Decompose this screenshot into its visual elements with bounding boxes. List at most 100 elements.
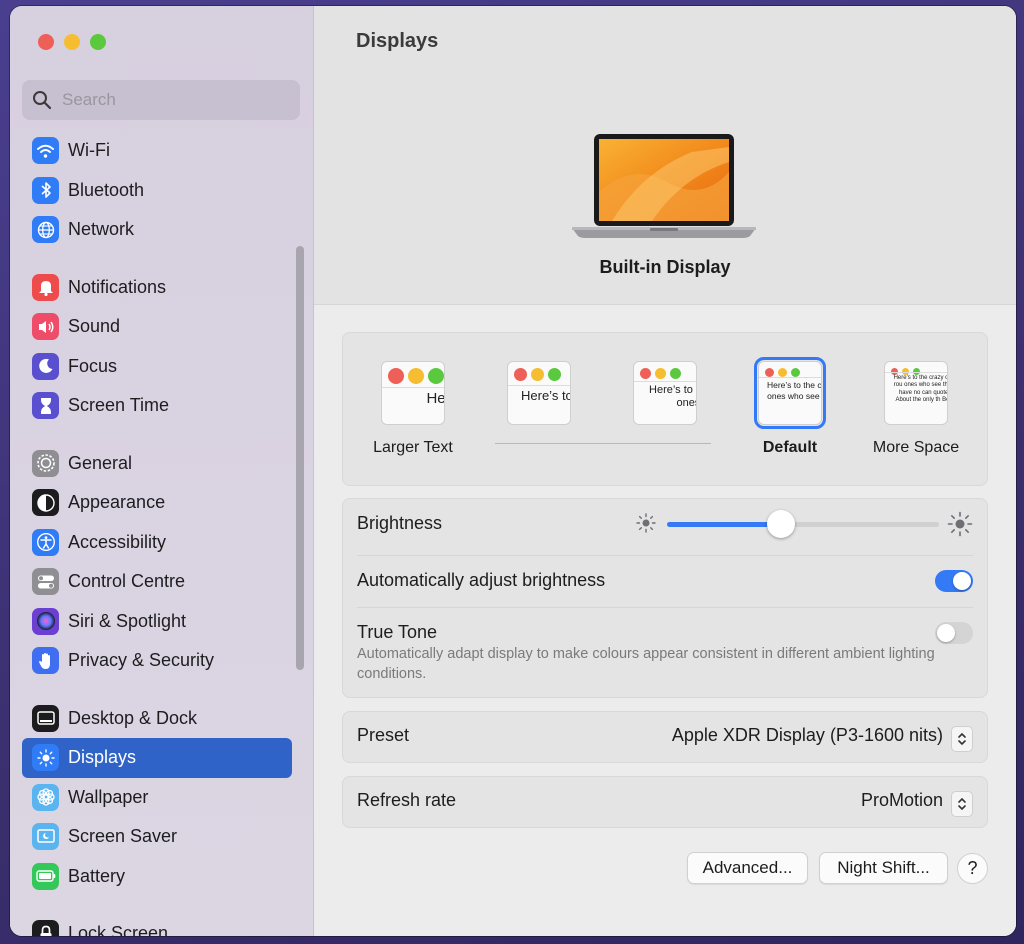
preset-value[interactable]: Apple XDR Display (P3-1600 nits) <box>672 725 943 746</box>
screensaver-icon <box>32 823 59 851</box>
sidebar-item-label: Sound <box>68 316 121 337</box>
accessibility-icon <box>32 528 59 556</box>
resolution-preview-text: Here’s to the cr troublemakers. ones who… <box>766 380 822 401</box>
sidebar-item-general[interactable]: General <box>22 444 292 484</box>
sidebar-item-bluetooth[interactable]: Bluetooth <box>22 171 292 211</box>
preset-popup-button[interactable] <box>951 726 973 752</box>
true-tone-toggle[interactable] <box>935 622 973 644</box>
sun-small-icon <box>636 513 656 533</box>
search-input[interactable] <box>60 89 284 111</box>
speaker-icon <box>32 313 59 341</box>
window-controls <box>38 34 106 50</box>
sidebar-item-appearance[interactable]: Appearance <box>22 483 292 523</box>
night-shift-button[interactable]: Night Shift... <box>819 852 948 884</box>
resolution-preview-text: Here’s to troublem <box>521 388 570 403</box>
sidebar-item-battery[interactable]: Battery <box>22 857 292 897</box>
resolution-label: More Space <box>872 439 960 456</box>
resolution-preview-text: Here’s <box>426 390 445 407</box>
refresh-rate-label: Refresh rate <box>357 790 457 810</box>
sidebar-item-screen-time[interactable]: Screen Time <box>22 386 292 426</box>
gear-icon <box>32 449 59 477</box>
sun-icon <box>32 744 59 772</box>
appearance-icon <box>32 489 59 517</box>
sidebar-item-label: Lock Screen <box>68 923 169 936</box>
divider <box>357 555 973 556</box>
brightness-slider-knob[interactable] <box>767 510 796 538</box>
brightness-card: Brightness Automatically adjust brightne… <box>342 498 988 698</box>
sidebar: Wi-Fi Bluetooth Network Notifications Sound F… <box>10 6 314 936</box>
resolution-preview-text: Here’s to t troublema ones who <box>649 384 696 409</box>
refresh-rate-value[interactable]: ProMotion <box>861 790 943 811</box>
sidebar-list: Wi-Fi Bluetooth Network Notifications Sound F… <box>22 131 292 936</box>
sidebar-item-focus[interactable]: Focus <box>22 347 292 387</box>
sidebar-item-sound[interactable]: Sound <box>22 307 292 347</box>
sidebar-item-screen-saver[interactable]: Screen Saver <box>22 817 292 857</box>
true-tone-label: True Tone <box>357 622 438 642</box>
sidebar-item-privacy-security[interactable]: Privacy & Security <box>22 641 292 681</box>
sidebar-item-notifications[interactable]: Notifications <box>22 268 292 308</box>
resolution-option[interactable]: Here’s to troublem <box>507 361 571 439</box>
sidebar-item-control-centre[interactable]: Control Centre <box>22 562 292 602</box>
sidebar-item-lock-screen[interactable]: Lock Screen <box>22 914 292 936</box>
resolution-divider <box>495 443 711 444</box>
preset-row[interactable]: Preset Apple XDR Display (P3-1600 nits) <box>342 711 988 763</box>
resolution-label: Default <box>762 439 818 456</box>
sidebar-item-label: Displays <box>68 747 137 768</box>
sidebar-item-accessibility[interactable]: Accessibility <box>22 523 292 563</box>
laptop-icon[interactable] <box>572 132 756 242</box>
dock-icon <box>32 704 59 732</box>
sidebar-item-displays[interactable]: Displays <box>22 738 292 778</box>
resolution-option[interactable]: Here’s to the cr troublemakers. ones who… <box>754 357 826 457</box>
main-pane: Displays Built-in Display He Larger Text… <box>314 6 1016 936</box>
page-title: Displays <box>356 30 439 52</box>
advanced-button[interactable]: Advanced... <box>687 852 808 884</box>
minimize-button[interactable] <box>64 34 80 50</box>
resolution-option[interactable]: Here’s to t troublema ones who <box>633 361 697 439</box>
resolution-preview[interactable]: Here’s to the crazy one troublemakers. T… <box>884 361 948 425</box>
close-button[interactable] <box>38 34 54 50</box>
resolution-label: Larger Text <box>373 439 453 456</box>
sidebar-item-siri-spotlight[interactable]: Siri & Spotlight <box>22 602 292 642</box>
sidebar-item-network[interactable]: Network <box>22 210 292 250</box>
refresh-rate-popup-button[interactable] <box>951 791 973 817</box>
sidebar-item-label: Appearance <box>68 492 166 513</box>
brightness-slider[interactable] <box>667 510 939 538</box>
resolution-option[interactable]: Here’s to the crazy one troublemakers. T… <box>873 361 959 457</box>
sidebar-item-label: Focus <box>68 355 118 376</box>
sidebar-scrollbar[interactable] <box>296 246 304 670</box>
auto-brightness-label: Automatically adjust brightness <box>357 570 606 590</box>
sun-large-icon <box>947 511 973 537</box>
sidebar-item-label: Screen Saver <box>68 826 178 847</box>
sidebar-item-label: Control Centre <box>68 571 186 592</box>
sidebar-item-wallpaper[interactable]: Wallpaper <box>22 778 292 818</box>
resolution-preview[interactable]: Here’s to t troublema ones who <box>633 361 697 425</box>
sidebar-item-label: Bluetooth <box>68 179 145 200</box>
preset-label: Preset <box>357 725 410 745</box>
sidebar-item-desktop-dock[interactable]: Desktop & Dock <box>22 699 292 739</box>
resolution-preview[interactable]: Here’s to the cr troublemakers. ones who… <box>754 357 826 429</box>
sidebar-item-label: General <box>68 452 133 473</box>
sidebar-item-label: Siri & Spotlight <box>68 610 187 631</box>
resolution-option[interactable]: Here’s Larger Text <box>373 361 453 457</box>
sidebar-item-label: Screen Time <box>68 395 170 416</box>
globe-icon <box>32 216 59 244</box>
help-button[interactable]: ? <box>957 853 988 884</box>
moon-icon <box>32 352 59 380</box>
brightness-slider-fill <box>667 522 782 527</box>
sidebar-item-label: Accessibility <box>68 531 167 552</box>
display-name[interactable]: Built-in Display <box>314 257 1016 278</box>
hourglass-icon <box>32 392 59 420</box>
true-tone-description: Automatically adapt display to make colo… <box>357 646 935 682</box>
resolution-preview[interactable]: Here’s <box>381 361 445 425</box>
zoom-button[interactable] <box>90 34 106 50</box>
sidebar-item-label: Network <box>68 219 135 240</box>
sidebar-item-label: Wi-Fi <box>68 140 110 161</box>
refresh-rate-row[interactable]: Refresh rate ProMotion <box>342 776 988 828</box>
sidebar-item-label: Wallpaper <box>68 786 149 807</box>
sidebar-item-wi-fi[interactable]: Wi-Fi <box>22 131 292 171</box>
auto-brightness-toggle[interactable] <box>935 570 973 592</box>
search-field[interactable] <box>22 80 300 120</box>
resolution-preview[interactable]: Here’s to troublem <box>507 361 571 425</box>
